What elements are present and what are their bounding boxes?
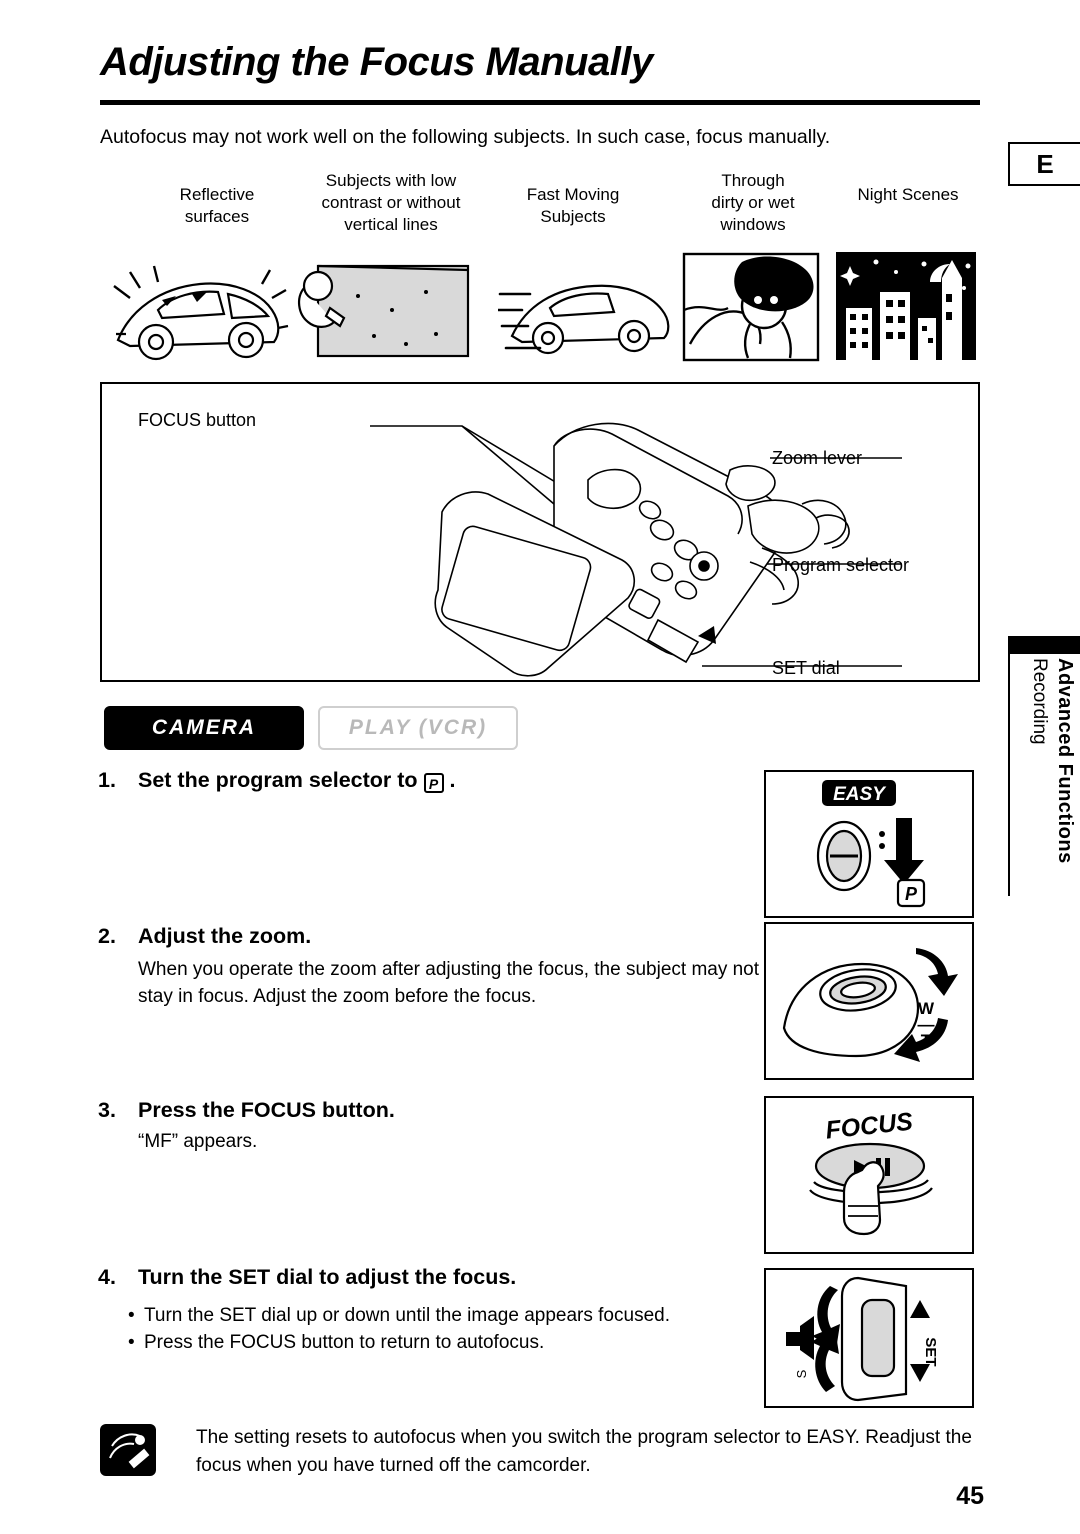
chapter-side-tab: Advanced Functions Recording	[1008, 636, 1080, 896]
svg-text:S: S	[794, 1369, 809, 1378]
subject-illustrations	[100, 248, 980, 374]
manual-page: Adjusting the Focus Manually E Autofocus…	[0, 0, 1080, 1534]
caption-reflective-surfaces: Reflective surfaces	[179, 185, 255, 226]
step-2-heading: Adjust the zoom.	[138, 924, 312, 948]
side-tab-chapter: Advanced Functions	[1054, 658, 1076, 864]
title-divider	[100, 100, 980, 105]
step-3-heading: Press the FOCUS button.	[138, 1098, 395, 1122]
caption-fast-moving: Fast Moving Subjects	[526, 185, 620, 226]
label-program-selector: Program selector	[772, 555, 910, 575]
step-1-number: 1.	[98, 768, 116, 792]
step-2-body: When you operate the zoom after adjustin…	[138, 959, 760, 1007]
badge-camera-mode: CAMERA	[104, 706, 304, 750]
step-3-body: “MF” appears.	[138, 1131, 258, 1152]
side-tab-section: Recording	[1029, 658, 1050, 745]
step-4-heading: Turn the SET dial to adjust the focus.	[138, 1265, 517, 1289]
note-icon	[100, 1424, 156, 1476]
page-title: Adjusting the Focus Manually	[100, 40, 653, 84]
note-text: The setting resets to autofocus when you…	[196, 1427, 972, 1476]
edition-tab: E	[1008, 142, 1080, 186]
illustration-fast-moving-car	[498, 248, 678, 374]
step-2-number: 2.	[98, 924, 116, 948]
illustration-set-dial: SET S	[764, 1268, 974, 1408]
step-1-heading: Set the program selector to P .	[138, 768, 456, 793]
badge-vcr-mode: PLAY (VCR)	[318, 706, 518, 750]
step-4-bullet-1: Turn the SET dial up or down until the i…	[128, 1302, 788, 1329]
step-1-heading-text: Set the program selector to	[138, 768, 418, 792]
program-p-icon: P	[423, 773, 444, 793]
page-number: 45	[956, 1482, 984, 1510]
step-4-number: 4.	[98, 1265, 116, 1289]
label-zoom-lever: Zoom lever	[772, 448, 863, 468]
illustration-program-selector: EASY P	[764, 770, 974, 918]
caption-night-scenes: Night Scenes	[857, 185, 959, 204]
illustration-low-contrast-wall	[296, 248, 486, 374]
illustration-night-scene	[832, 248, 980, 374]
illustration-reflective-car	[100, 248, 290, 374]
subject-captions: Reflective surfaces Subjects with low cont…	[100, 166, 980, 236]
caption-low-contrast: Subjects with low contrast or without vert…	[321, 171, 461, 234]
illustration-through-window	[678, 248, 824, 374]
caption-through-windows: Through dirty or wet windows	[711, 171, 795, 234]
intro-text: Autofocus may not work well on the follo…	[100, 126, 831, 148]
step-3-number: 3.	[98, 1098, 116, 1122]
illustration-zoom-lever: W — T	[764, 922, 974, 1080]
svg-text:P: P	[905, 884, 918, 904]
svg-text:FOCUS: FOCUS	[824, 1108, 914, 1145]
step-4-body: Turn the SET dial up or down until the i…	[128, 1302, 788, 1356]
svg-text:T: T	[921, 1031, 932, 1050]
svg-text:SET: SET	[922, 1337, 939, 1366]
illustration-focus-button: FOCUS	[764, 1096, 974, 1254]
side-tab-marker	[1008, 636, 1080, 654]
step-4-bullet-2: Press the FOCUS button to return to auto…	[128, 1329, 788, 1356]
step-1-heading-suffix: .	[449, 768, 456, 792]
label-set-dial: SET dial	[772, 658, 840, 678]
label-focus-button: FOCUS button	[138, 410, 257, 430]
svg-text:EASY: EASY	[833, 784, 887, 805]
